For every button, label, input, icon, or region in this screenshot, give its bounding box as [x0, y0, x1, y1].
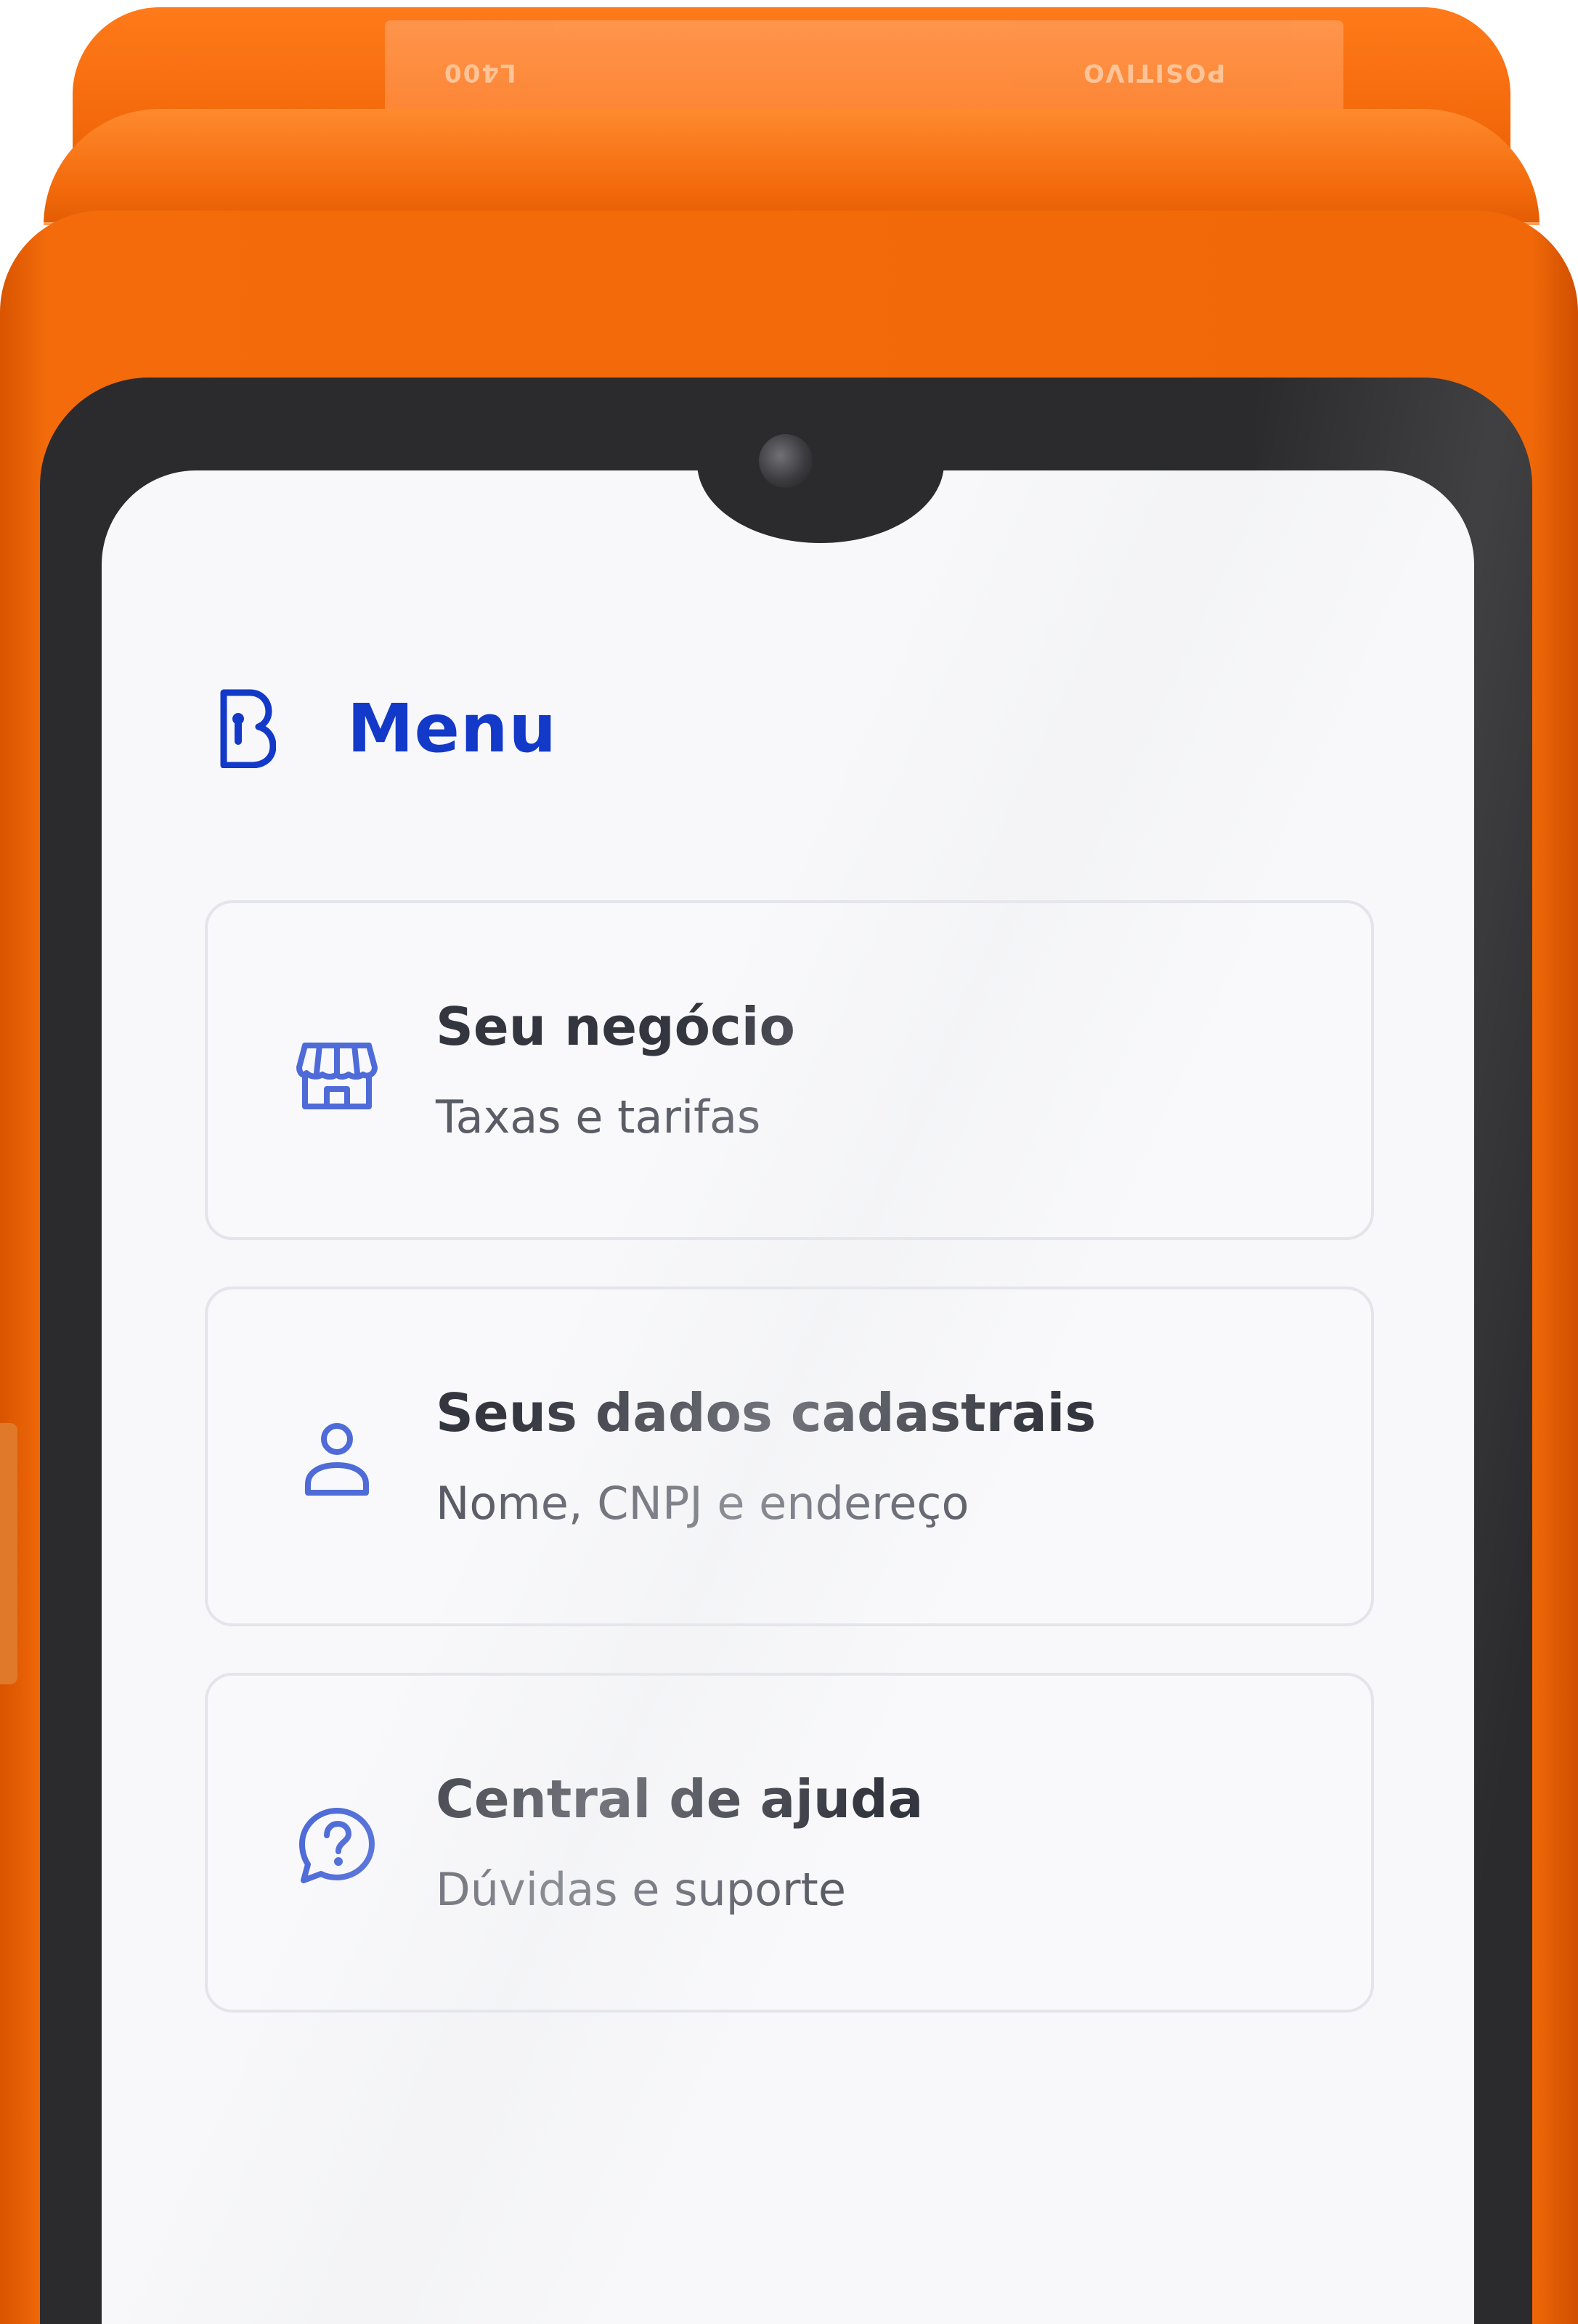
- storefront-icon: [296, 1043, 378, 1109]
- device-shell-ridge: [44, 109, 1540, 225]
- menu-item-subtitle: Nome, CNPJ e endereço: [436, 1477, 969, 1530]
- menu-item-title: Seus dados cadastrais: [436, 1382, 1097, 1443]
- screen: Menu Seu negócio Taxas e tarifas Seus da…: [102, 470, 1474, 2324]
- page-title: Menu: [347, 689, 557, 767]
- pos-device: L400 POSITIVO Menu Seu negócio Taxas e t…: [0, 0, 1578, 2324]
- device-side-button: [0, 1423, 17, 1684]
- menu-item-title: Central de ajuda: [436, 1769, 924, 1830]
- help-chat-icon: [299, 1808, 375, 1883]
- menu-item-title: Seu negócio: [436, 996, 795, 1057]
- device-brand-engraving: POSITIVO: [1082, 58, 1226, 87]
- screen-notch: [697, 470, 944, 543]
- brand-b-logo-icon: [220, 689, 276, 768]
- menu-item-seu-negocio[interactable]: Seu negócio Taxas e tarifas: [205, 900, 1374, 1240]
- menu-item-seus-dados-cadastrais[interactable]: Seus dados cadastrais Nome, CNPJ e ender…: [205, 1287, 1374, 1626]
- user-icon: [305, 1423, 369, 1496]
- menu-header: Menu: [218, 681, 557, 775]
- device-printer-window: L400 POSITIVO: [385, 20, 1343, 115]
- menu-item-subtitle: Taxas e tarifas: [436, 1090, 761, 1143]
- front-camera: [759, 434, 813, 488]
- menu-item-subtitle: Dúvidas e suporte: [436, 1863, 846, 1916]
- device-model-engraving: L400: [443, 58, 516, 87]
- menu-item-central-de-ajuda[interactable]: Central de ajuda Dúvidas e suporte: [205, 1673, 1374, 2013]
